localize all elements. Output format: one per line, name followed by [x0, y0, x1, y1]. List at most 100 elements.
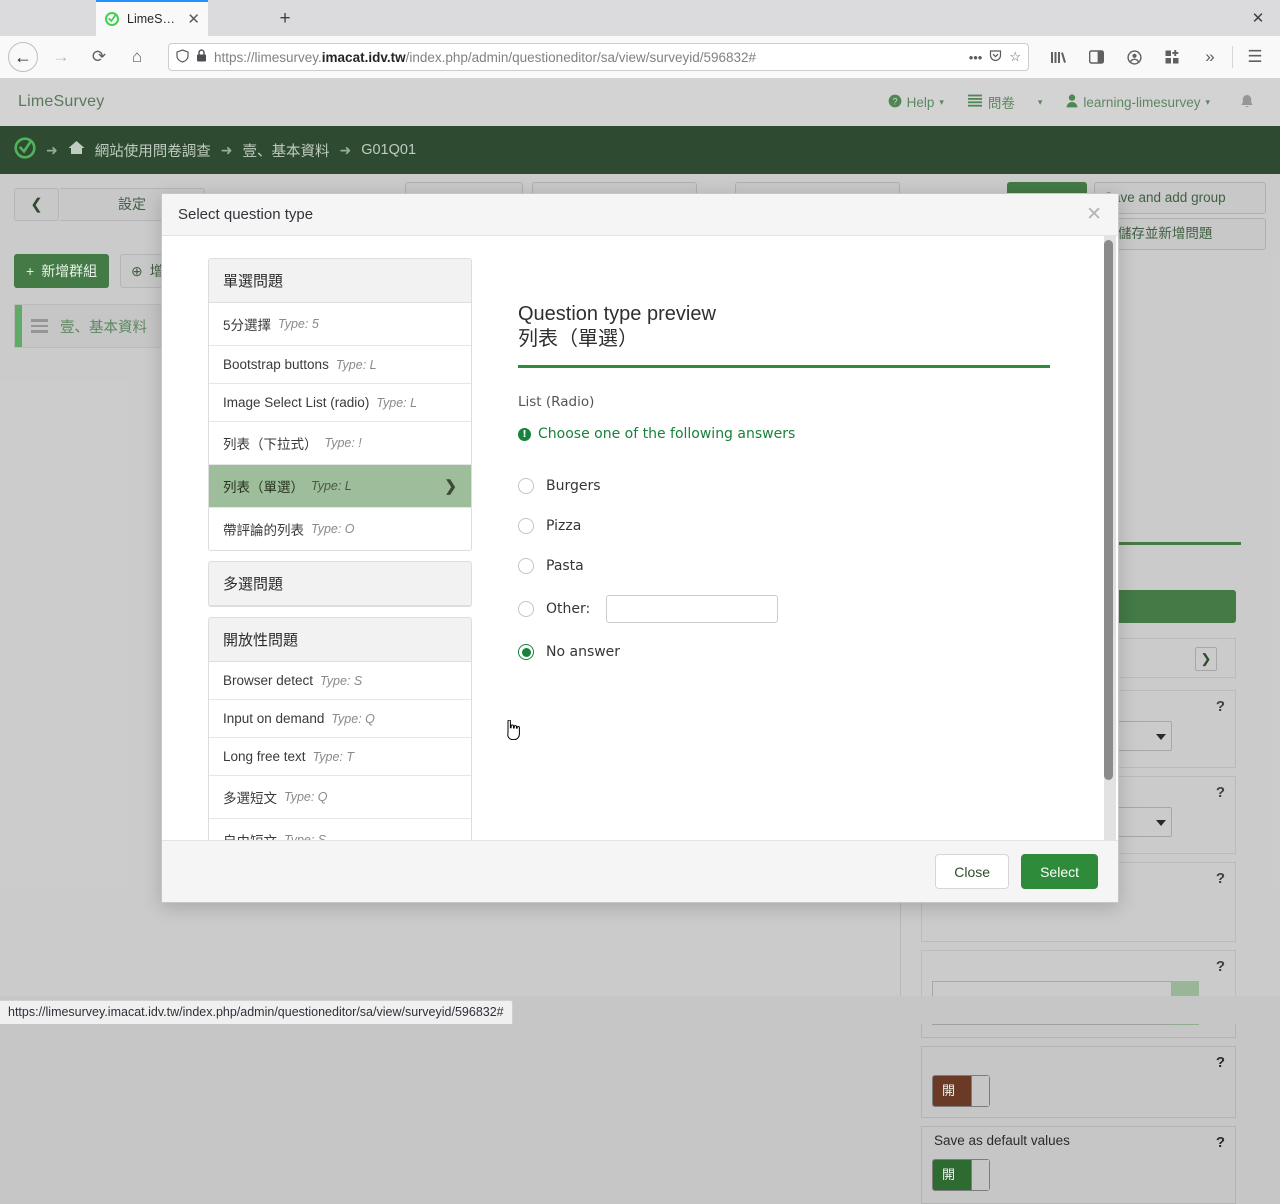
- topnav-help-label: Help: [907, 95, 935, 110]
- plus-icon: +: [26, 263, 34, 279]
- pocket-icon[interactable]: [989, 49, 1002, 65]
- limesurvey-logo-icon[interactable]: [14, 137, 36, 164]
- preview-hint-text: Choose one of the following answers: [538, 426, 795, 442]
- question-circle-icon: ?: [888, 94, 902, 111]
- account-icon[interactable]: [1119, 42, 1149, 72]
- add-group-label: 新增群組: [41, 261, 97, 281]
- radio-icon[interactable]: [518, 601, 534, 617]
- help-icon[interactable]: ?: [1216, 698, 1225, 715]
- toolbar-divider: [1232, 46, 1233, 68]
- question-type-item-list-radio[interactable]: 列表（單選） Type: L ❯: [209, 465, 471, 508]
- modal-scrollbar-thumb[interactable]: [1104, 240, 1113, 780]
- question-type-item-image-select-list[interactable]: Image Select List (radio) Type: L: [209, 384, 471, 422]
- chevron-down-icon: ▾: [939, 97, 944, 108]
- question-type-code: Type: O: [311, 522, 355, 536]
- question-type-item-list-with-comment[interactable]: 帶評論的列表 Type: O: [209, 508, 471, 550]
- window-close-icon[interactable]: ✕: [1244, 7, 1272, 31]
- save-and-add-group-button[interactable]: Save and add group: [1094, 182, 1266, 214]
- preview-answer-row[interactable]: Pizza: [518, 506, 1078, 546]
- preview-answer-row[interactable]: Burgers: [518, 466, 1078, 506]
- modal-scrollbar-track[interactable]: [1104, 236, 1116, 840]
- radio-icon[interactable]: [518, 558, 534, 574]
- modal-header: Select question type ✕: [162, 194, 1118, 236]
- menu-icon[interactable]: ☰: [1240, 42, 1270, 72]
- collapse-sidebar-button[interactable]: ❮: [14, 188, 59, 221]
- home-icon[interactable]: [68, 140, 85, 160]
- add-group-button[interactable]: + 新增群組: [14, 254, 109, 288]
- browser-tab-limesurvey[interactable]: LimeSurvey ✕: [96, 2, 208, 36]
- save-as-default-values-label: Save as default values: [934, 1133, 1070, 1148]
- breadcrumb-item-group[interactable]: 壹、基本資料: [242, 140, 329, 161]
- preview-subheading: 列表（單選）: [518, 326, 1078, 353]
- topnav-help[interactable]: ? Help ▾: [876, 78, 956, 126]
- question-type-item-browser-detect[interactable]: Browser detect Type: S: [209, 662, 471, 700]
- question-type-preview: Question type preview 列表（單選） List (Radio…: [472, 236, 1118, 840]
- library-icon[interactable]: [1043, 42, 1073, 72]
- save-and-add-question-button[interactable]: + 儲存並新增問題: [1094, 218, 1266, 250]
- notifications-bell-icon[interactable]: [1222, 78, 1264, 126]
- new-tab-button[interactable]: +: [272, 6, 298, 32]
- topnav-surveys[interactable]: 問卷 ▾: [956, 78, 1055, 126]
- bookmark-icon[interactable]: ☆: [1009, 49, 1021, 65]
- url-bar[interactable]: https://limesurvey.imacat.idv.tw/index.p…: [168, 43, 1029, 71]
- chevron-right-icon: ❯: [444, 477, 457, 495]
- forward-icon[interactable]: →: [46, 42, 76, 72]
- tab-strip: LimeSurvey ✕ + ✕: [0, 0, 1280, 36]
- save-as-default-values-toggle[interactable]: 開: [932, 1159, 990, 1191]
- help-icon[interactable]: ?: [1216, 958, 1225, 975]
- question-type-label: 列表（下拉式）: [223, 433, 318, 453]
- question-type-item-long-free-text[interactable]: Long free text Type: T: [209, 738, 471, 776]
- question-type-item-bootstrap-buttons[interactable]: Bootstrap buttons Type: L: [209, 346, 471, 384]
- home-icon[interactable]: ⌂: [122, 42, 152, 72]
- question-type-code: Type: S: [284, 833, 326, 840]
- select-button[interactable]: Select: [1021, 854, 1098, 889]
- sidebar-icon[interactable]: [1081, 42, 1111, 72]
- radio-icon[interactable]: [518, 478, 534, 494]
- question-type-item-short-free-text[interactable]: 自由短文 Type: S: [209, 819, 471, 840]
- shield-icon[interactable]: [176, 49, 189, 66]
- settings-toggle-brown[interactable]: 開: [932, 1075, 990, 1107]
- question-type-group-header: 開放性問題: [209, 618, 471, 662]
- preview-answer-row[interactable]: Pasta: [518, 546, 1078, 586]
- other-text-input[interactable]: [606, 595, 778, 623]
- plus-circle-icon: ⊕: [131, 263, 143, 280]
- settings-expand-chevron-icon[interactable]: ❯: [1195, 647, 1217, 671]
- browser-navigation-bar: ← → ⟳ ⌂ https://limesurvey.imacat.idv.tw…: [0, 36, 1280, 78]
- question-type-group-header[interactable]: 多選問題: [209, 562, 471, 606]
- question-type-item-list-dropdown[interactable]: 列表（下拉式） Type: !: [209, 422, 471, 465]
- lock-icon[interactable]: [196, 49, 207, 65]
- question-type-code: Type: Q: [284, 790, 328, 804]
- topnav-user[interactable]: learning-limesurvey ▾: [1054, 78, 1222, 126]
- help-icon[interactable]: ?: [1216, 1054, 1225, 1071]
- preview-answer-row-other[interactable]: Other:: [518, 586, 1078, 632]
- question-type-item-5point[interactable]: 5分選擇 Type: 5: [209, 303, 471, 346]
- overflow-icon[interactable]: »: [1195, 42, 1225, 72]
- back-icon[interactable]: ←: [8, 42, 38, 72]
- svg-text:?: ?: [892, 96, 897, 106]
- extensions-icon[interactable]: [1157, 42, 1187, 72]
- preview-answer-row-no-answer[interactable]: No answer: [518, 632, 1078, 672]
- radio-icon-checked[interactable]: [518, 644, 534, 660]
- reload-icon[interactable]: ⟳: [84, 42, 114, 72]
- url-text[interactable]: https://limesurvey.imacat.idv.tw/index.p…: [214, 50, 962, 65]
- question-type-code: Type: 5: [278, 317, 319, 331]
- question-type-item-multiple-short-text[interactable]: 多選短文 Type: Q: [209, 776, 471, 819]
- radio-icon[interactable]: [518, 518, 534, 534]
- question-type-group-header: 單選問題: [209, 259, 471, 303]
- help-icon[interactable]: ?: [1216, 1134, 1225, 1151]
- drag-handle-icon[interactable]: [31, 319, 48, 333]
- question-type-label: 列表（單選）: [223, 476, 304, 496]
- help-icon[interactable]: ?: [1216, 784, 1225, 801]
- question-type-group-open: 開放性問題 Browser detect Type: S Input on de…: [208, 617, 472, 840]
- question-type-item-input-on-demand[interactable]: Input on demand Type: Q: [209, 700, 471, 738]
- close-icon[interactable]: ✕: [187, 12, 200, 27]
- app-brand: LimeSurvey: [0, 93, 104, 111]
- help-icon[interactable]: ?: [1216, 870, 1225, 887]
- breadcrumb-item-question[interactable]: G01Q01: [361, 142, 416, 158]
- question-type-code: Type: S: [320, 674, 362, 688]
- close-icon[interactable]: ✕: [1086, 205, 1102, 224]
- close-button[interactable]: Close: [935, 854, 1009, 889]
- page-actions-icon[interactable]: •••: [969, 50, 983, 65]
- modal-title: Select question type: [178, 206, 313, 223]
- breadcrumb-item-survey[interactable]: 網站使用問卷調查: [95, 140, 211, 161]
